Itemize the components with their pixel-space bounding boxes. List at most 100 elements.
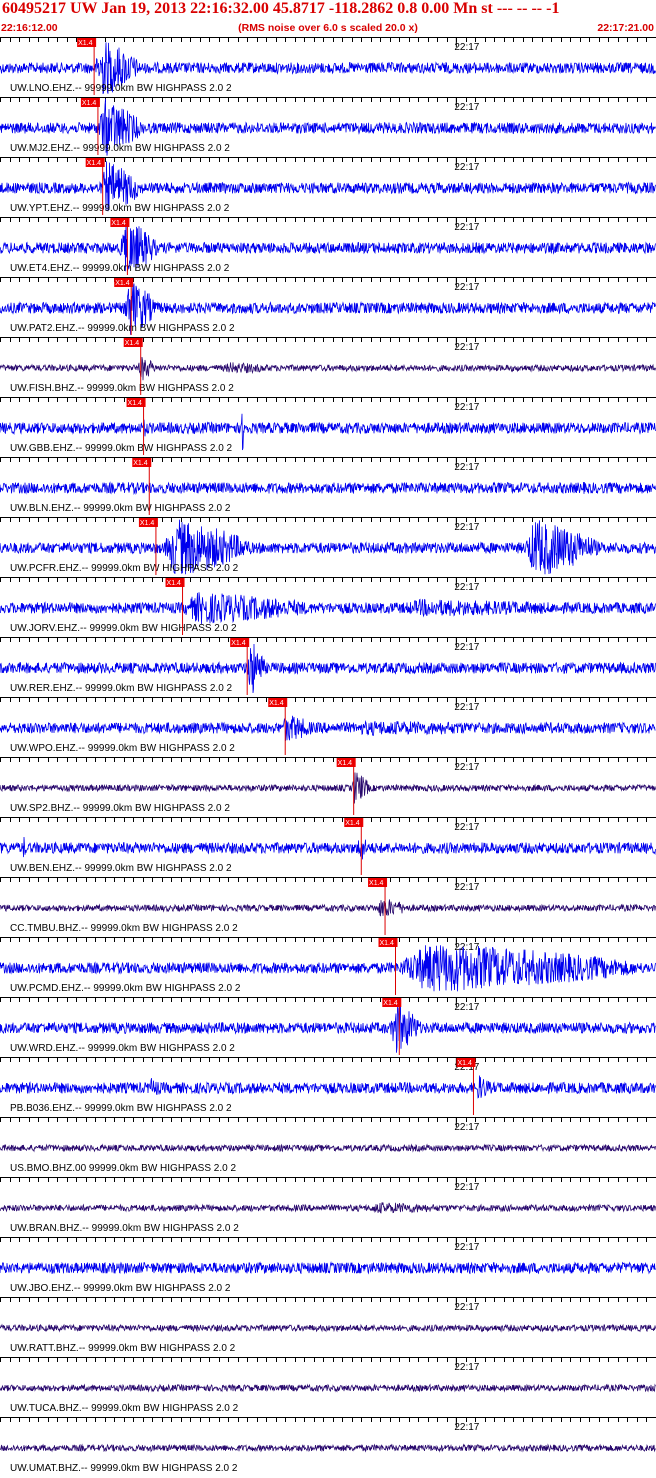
waveform [0, 715, 656, 741]
seismogram-header: 60495217 UW Jan 19, 2013 22:16:32.00 45.… [0, 0, 656, 36]
pick-label: X1.4 [133, 460, 148, 467]
noise-note: (RMS noise over 6.0 s scaled 20.0 x) [238, 22, 418, 34]
minute-label: 22:17 [454, 702, 479, 713]
minute-label: 22:17 [454, 462, 479, 473]
minute-label: 22:17 [454, 1242, 479, 1253]
minute-label: 22:17 [454, 1362, 479, 1373]
station-label: UW.JBO.EHZ.-- 99999.0km BW HIGHPASS 2.0 … [10, 1283, 231, 1294]
pick-label: X1.4 [87, 160, 102, 167]
trace-row: 22:17 UW.MJ2.EHZ.-- 99999.0km BW HIGHPASS… [0, 97, 656, 156]
pick-label: X1.4 [383, 1000, 398, 1007]
trace-row: 22:17 UW.LNO.EHZ.-- 99999.0km BW HIGHPASS… [0, 37, 656, 95]
station-label: UW.WRD.EHZ.-- 99999.0km BW HIGHPASS 2.0 … [10, 1043, 235, 1054]
trace-row: 22:17 UW.RATT.BHZ.-- 99999.0km BW HIGHPAS… [0, 1297, 656, 1354]
trace-row: 22:17 UW.YPT.EHZ.-- 99999.0km BW HIGHPASS… [0, 157, 656, 215]
pick-label: X1.4 [125, 340, 140, 347]
trace-row: 22:17 UW.BLN.EHZ.-- 99999.0km BW HIGHPASS… [0, 457, 656, 515]
waveform [0, 1202, 656, 1214]
trace-row: 22:17 UW.SP2.BHZ.-- 99999.0km BW HIGHPASS… [0, 757, 656, 815]
minute-label: 22:17 [454, 1182, 479, 1193]
pick-label: X1.4 [111, 220, 126, 227]
pick-label: X1.4 [167, 580, 182, 587]
station-label: UW.PCFR.EHZ.-- 99999.0km BW HIGHPASS 2.0… [10, 563, 239, 574]
station-label: UW.PAT2.EHZ.-- 99999.0km BW HIGHPASS 2.0… [10, 323, 235, 334]
trace-row: 22:17 UW.TUCA.BHZ.-- 99999.0km BW HIGHPAS… [0, 1357, 656, 1414]
minute-label: 22:17 [454, 762, 479, 773]
minute-label: 22:17 [454, 342, 479, 353]
trace-row: 22:17 UW.ET4.EHZ.-- 99999.0km BW HIGHPASS… [0, 217, 656, 275]
station-label: UW.SP2.BHZ.-- 99999.0km BW HIGHPASS 2.0 … [10, 803, 230, 814]
pick-label: X1.4 [457, 1060, 472, 1067]
station-label: UW.RATT.BHZ.-- 99999.0km BW HIGHPASS 2.0… [10, 1343, 236, 1354]
minute-label: 22:17 [454, 642, 479, 653]
station-label: UW.UMAT.BHZ.-- 99999.0km BW HIGHPASS 2.0… [10, 1463, 238, 1474]
minute-label: 22:17 [454, 882, 479, 893]
seismogram-plot: 22:17 UW.LNO.EHZ.-- 99999.0km BW HIGHPASS… [0, 37, 656, 1478]
minute-label: 22:17 [454, 1302, 479, 1313]
minute-label: 22:17 [454, 522, 479, 533]
trace-row: 22:17 UW.JBO.EHZ.-- 99999.0km BW HIGHPASS… [0, 1237, 656, 1294]
minute-label: 22:17 [454, 42, 479, 53]
seismogram-svg: 22:17 UW.LNO.EHZ.-- 99999.0km BW HIGHPASS… [0, 37, 656, 1474]
trace-row: 22:17 UW.UMAT.BHZ.-- 99999.0km BW HIGHPAS… [0, 1417, 656, 1474]
pick-label: X1.4 [140, 520, 155, 527]
minute-label: 22:17 [454, 822, 479, 833]
minute-label: 22:17 [454, 222, 479, 233]
waveform [0, 592, 656, 625]
end-time: 22:17:21.00 [597, 22, 654, 34]
event-title: 60495217 UW Jan 19, 2013 22:16:32.00 45.… [2, 0, 560, 17]
pick-label: X1.4 [231, 640, 246, 647]
waveform [0, 899, 656, 917]
station-label: UW.PCMD.EHZ.-- 99999.0km BW HIGHPASS 2.0… [10, 983, 241, 994]
station-label: CC.TMBU.BHZ.-- 99999.0km BW HIGHPASS 2.0… [10, 923, 238, 934]
pick-label: X1.4 [345, 820, 360, 827]
pick-label: X1.4 [269, 700, 284, 707]
pick-label: X1.4 [338, 760, 353, 767]
pick-label: X1.4 [128, 400, 143, 407]
pick-label: X1.4 [369, 880, 384, 887]
station-label: UW.JORV.EHZ.-- 99999.0km BW HIGHPASS 2.0… [10, 623, 237, 634]
pick-label: X1.4 [78, 40, 93, 47]
minute-label: 22:17 [454, 102, 479, 113]
minute-label: 22:17 [454, 1122, 479, 1133]
station-label: UW.MJ2.EHZ.-- 99999.0km BW HIGHPASS 2.0 … [10, 143, 230, 154]
minute-label: 22:17 [454, 1422, 479, 1433]
minute-label: 22:17 [454, 282, 479, 293]
station-label: UW.WPO.EHZ.-- 99999.0km BW HIGHPASS 2.0 … [10, 743, 235, 754]
station-label: UW.ET4.EHZ.-- 99999.0km BW HIGHPASS 2.0 … [10, 263, 230, 274]
pick-label: X1.4 [82, 100, 97, 107]
station-label: UW.TUCA.BHZ.-- 99999.0km BW HIGHPASS 2.0… [10, 1403, 239, 1414]
trace-row: 22:17 UW.BEN.EHZ.-- 99999.0km BW HIGHPASS… [0, 817, 656, 875]
trace-row: 22:17 UW.PCMD.EHZ.-- 99999.0km BW HIGHPAS… [0, 937, 656, 995]
station-label: UW.RER.EHZ.-- 99999.0km BW HIGHPASS 2.0 … [10, 683, 233, 694]
waveform [0, 1383, 656, 1393]
trace-row: 22:17 CC.TMBU.BHZ.-- 99999.0km BW HIGHPAS… [0, 877, 656, 935]
waveform [0, 481, 656, 496]
trace-row: 22:17 UW.WRD.EHZ.-- 99999.0km BW HIGHPASS… [0, 997, 656, 1055]
minute-label: 22:17 [454, 402, 479, 413]
trace-row: 22:17 UW.BRAN.BHZ.-- 99999.0km BW HIGHPAS… [0, 1177, 656, 1234]
waveform [0, 1261, 656, 1275]
pick-label: X1.4 [115, 280, 130, 287]
trace-row: 22:17PB.B036.EHZ.-- 99999.0km BW HIGHPAS… [0, 1057, 656, 1115]
pick-label: X1.4 [380, 940, 395, 947]
station-label: PB.B036.EHZ.-- 99999.0km BW HIGHPASS 2.0… [10, 1103, 232, 1114]
station-label: UW.BEN.EHZ.-- 99999.0km BW HIGHPASS 2.0 … [10, 863, 232, 874]
waveform [0, 1323, 656, 1333]
station-label: US.BMO.BHZ.00 99999.0km BW HIGHPASS 2.0 … [10, 1163, 236, 1174]
station-label: UW.YPT.EHZ.-- 99999.0km BW HIGHPASS 2.0 … [10, 203, 230, 214]
waveform [0, 1443, 656, 1453]
station-label: UW.BLN.EHZ.-- 99999.0km BW HIGHPASS 2.0 … [10, 503, 231, 514]
waveform [0, 356, 656, 381]
trace-row: 22:17 UW.GBB.EHZ.-- 99999.0km BW HIGHPASS… [0, 397, 656, 455]
station-label: UW.LNO.EHZ.-- 99999.0km BW HIGHPASS 2.0 … [10, 83, 232, 94]
trace-row: 22:17 US.BMO.BHZ.00 99999.0km BW HIGHPASS… [0, 1117, 656, 1174]
trace-row: 22:17 UW.RER.EHZ.-- 99999.0km BW HIGHPASS… [0, 637, 656, 695]
minute-label: 22:17 [454, 942, 479, 953]
station-label: UW.GBB.EHZ.-- 99999.0km BW HIGHPASS 2.0 … [10, 443, 233, 454]
trace-row: 22:17 UW.WPO.EHZ.-- 99999.0km BW HIGHPASS… [0, 697, 656, 755]
station-label: UW.BRAN.BHZ.-- 99999.0km BW HIGHPASS 2.0… [10, 1223, 239, 1234]
station-label: UW.FISH.BHZ.-- 99999.0km BW HIGHPASS 2.0… [10, 383, 234, 394]
waveform [0, 836, 656, 860]
waveform [0, 1143, 656, 1153]
